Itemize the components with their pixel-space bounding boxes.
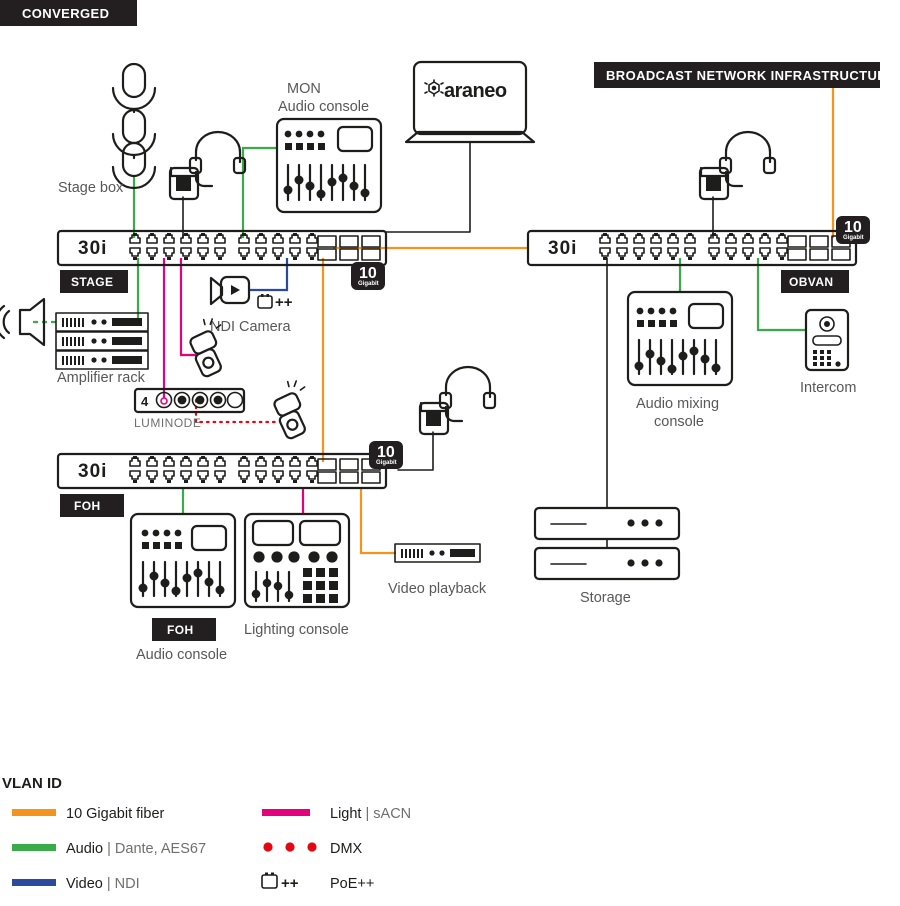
mon-console-label-line1: MON — [287, 81, 321, 97]
lighting-console: Lighting console — [243, 512, 351, 638]
switch-obvan[interactable]: 30i 10 Gigabit OBVAN — [526, 216, 870, 293]
lighting-console-label: Lighting console — [244, 622, 349, 638]
tag-broadcast-label: BROADCAST NETWORK INFRASTRUCTURE — [606, 68, 896, 83]
storage-devices: Storage — [533, 506, 681, 606]
stage-box-label: Stage box — [58, 180, 124, 196]
wire-obvan-intercom-audio — [756, 258, 806, 332]
legend-poe-plus: ++ — [281, 875, 299, 892]
legend-label-light: Light — [330, 806, 361, 822]
switch-foh-badge-10g: 10 Gigabit — [369, 441, 403, 469]
intercom-label: Intercom — [800, 380, 856, 396]
amplifier-rack: Amplifier rack — [0, 297, 149, 386]
foh-audio-console: FOH Audio console — [129, 512, 237, 663]
legend-label-dmx: DMX — [330, 841, 363, 857]
legend-item-video: Video | NDI — [12, 876, 140, 892]
legend-swatch-video — [12, 879, 56, 886]
svg-text:Audio | Dante, AES67: Audio | Dante, AES67 — [66, 841, 206, 857]
switch-foh-ports[interactable] — [129, 456, 381, 484]
wire-mon-console-audio — [241, 146, 276, 238]
luminode-device: 4 LUMINODE — [133, 387, 246, 430]
switch-foh-zone-label: FOH — [74, 499, 101, 513]
legend-swatch-dmx — [263, 842, 317, 852]
legend-qualifier-light: | sACN — [361, 806, 411, 822]
switch-stage-badge-number: 10 — [359, 265, 377, 282]
switch-obvan-badge-number: 10 — [844, 219, 862, 236]
legend-item-light: Light | sACN — [262, 806, 411, 822]
moving-light-dmx — [273, 380, 306, 440]
foh-audio-console-zone-tag: FOH — [152, 618, 216, 641]
wire-stage-movinglight-light — [179, 258, 196, 357]
switch-obvan-ports[interactable] — [599, 233, 851, 261]
switch-stage-badge-unit: Gigabit — [358, 281, 379, 287]
legend-swatch-fiber — [12, 809, 56, 816]
legend-item-dmx: DMX — [263, 841, 363, 857]
legend-label-video: Video — [66, 876, 103, 892]
araneo-wordmark: araneo — [444, 80, 507, 102]
switch-obvan-zone-label: OBVAN — [789, 275, 833, 289]
luminode-label: LUMINODE — [134, 416, 201, 430]
svg-text:Light | sACN: Light | sACN — [330, 806, 411, 822]
mon-console-label-line2: Audio console — [278, 99, 369, 115]
switch-foh-badge-number: 10 — [377, 444, 395, 461]
foh-intercom-beltpack — [418, 365, 497, 436]
foh-audio-console-zone-label: FOH — [167, 623, 194, 637]
switch-obvan-zone-tag: OBVAN — [781, 270, 849, 293]
wire-laptop-stage — [385, 141, 471, 233]
araneo-laptop: araneo — [404, 60, 536, 144]
switch-stage-ports[interactable] — [129, 233, 381, 261]
legend-title: VLAN ID — [2, 775, 62, 792]
legend-label-fiber: 10 Gigabit fiber — [66, 806, 165, 822]
legend-label-audio: Audio — [66, 841, 103, 857]
poe-icon-ndi — [257, 294, 273, 309]
ndi-camera-label: NDI Camera — [210, 319, 292, 335]
ndi-camera-poe-label: ++ — [275, 294, 293, 311]
legend-label-poe: PoE++ — [330, 876, 374, 892]
switch-foh[interactable]: 30i 10 Gigabit FOH — [56, 441, 403, 517]
switch-foh-badge-unit: Gigabit — [376, 460, 397, 466]
audio-mixing-console-label-line2: console — [654, 414, 704, 430]
svg-text:Video | NDI: Video | NDI — [66, 876, 140, 892]
switch-stage-badge-10g: 10 Gigabit — [351, 262, 385, 290]
legend-item-poe: ++ PoE++ — [261, 872, 374, 892]
switch-stage-zone-tag: STAGE — [60, 270, 128, 293]
legend-qualifier-video: | NDI — [103, 876, 140, 892]
switch-stage-zone-label: STAGE — [71, 275, 113, 289]
legend-qualifier-audio: | Dante, AES67 — [103, 841, 206, 857]
switch-obvan-model: 30i — [548, 238, 577, 259]
intercom-device: Intercom — [800, 308, 856, 396]
switch-obvan-badge-unit: Gigabit — [843, 235, 864, 241]
network-diagram-canvas: CONVERGED BROADCAST NETWORK INFRASTRUCTU… — [0, 0, 900, 906]
video-playback: Video playback — [388, 543, 487, 597]
switch-stage-model: 30i — [78, 238, 107, 259]
poe-icon-legend — [261, 872, 278, 889]
storage-label: Storage — [580, 590, 631, 606]
tag-broadcast-network: BROADCAST NETWORK INFRASTRUCTURE — [594, 62, 896, 88]
audio-mixing-console-label-line1: Audio mixing — [636, 396, 719, 412]
switch-foh-zone-tag: FOH — [60, 494, 124, 517]
wire-foh-beltpack — [397, 431, 434, 471]
amplifier-rack-label: Amplifier rack — [57, 370, 146, 386]
foh-audio-console-label: Audio console — [136, 647, 227, 663]
legend-swatch-light — [262, 809, 310, 816]
legend: VLAN ID 10 Gigabit fiber Audio | Dante, … — [2, 775, 411, 892]
stage-box-device: Stage box — [58, 62, 157, 196]
wire-foh-videoplayback-fiber — [359, 487, 396, 555]
legend-swatch-audio — [12, 844, 56, 851]
tag-converged: CONVERGED — [0, 0, 137, 26]
tag-converged-label: CONVERGED — [22, 6, 109, 21]
stage-intercom-beltpack — [168, 130, 247, 201]
obvan-intercom-beltpack — [698, 130, 777, 201]
legend-item-fiber: 10 Gigabit fiber — [12, 806, 165, 822]
legend-item-audio: Audio | Dante, AES67 — [12, 841, 206, 857]
switch-foh-model: 30i — [78, 461, 107, 482]
mon-audio-console: MON Audio console — [275, 81, 383, 214]
video-playback-label: Video playback — [388, 581, 487, 597]
luminode-port-number: 4 — [141, 394, 149, 409]
audio-mixing-console: Audio mixing console — [626, 290, 734, 430]
switch-obvan-badge-10g: 10 Gigabit — [836, 216, 870, 244]
wire-ndicamera-video — [248, 258, 289, 292]
ndi-camera: ++ NDI Camera — [209, 275, 293, 335]
araneo-logo-icon — [424, 79, 444, 97]
